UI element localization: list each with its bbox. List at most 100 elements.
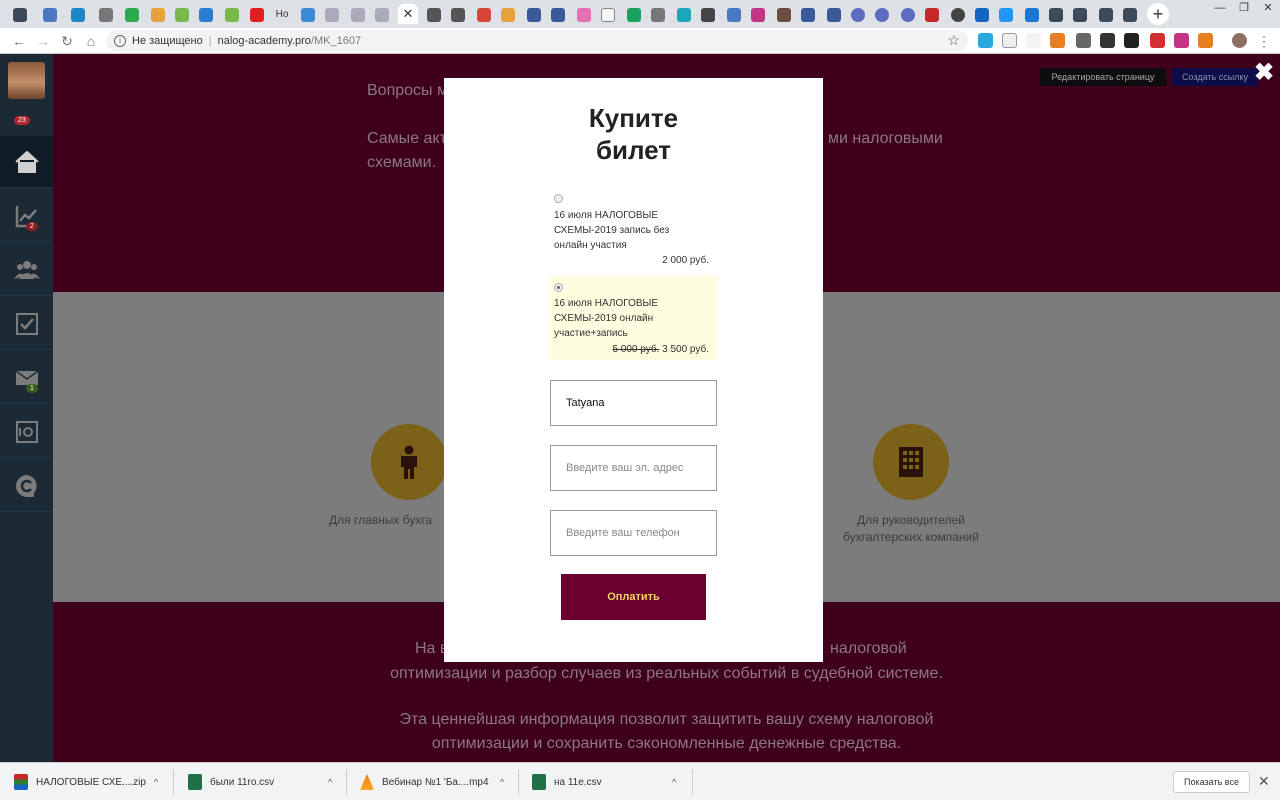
tab[interactable] [194,3,218,26]
back-button[interactable]: ← [10,32,28,50]
tab[interactable] [946,3,970,26]
tab[interactable] [672,3,696,26]
tab[interactable] [870,3,894,26]
pay-button[interactable]: Оплатить [561,574,706,620]
name-input[interactable]: Tatyana [550,380,717,426]
download-item[interactable]: на 11e.csv ^ [532,771,676,793]
sidebar-item-mail[interactable]: 1 [0,352,53,404]
create-link-button[interactable]: Создать ссылку [1172,68,1258,86]
tab[interactable] [522,3,546,26]
tab[interactable] [646,3,670,26]
new-tab-button[interactable]: + [1147,3,1169,25]
tab[interactable] [1118,3,1142,26]
tab[interactable] [846,3,870,26]
tab[interactable] [622,3,646,26]
tab[interactable] [170,3,194,26]
tab[interactable] [696,3,720,26]
extension-icon[interactable] [1100,33,1115,48]
restore-button[interactable]: ❐ [1232,0,1256,18]
tab[interactable] [446,3,470,26]
tab[interactable] [1068,3,1092,26]
reload-button[interactable]: ↻ [58,32,76,50]
email-input[interactable]: Введите ваш эл. адрес [550,445,717,491]
forward-button[interactable]: → [34,32,52,50]
info-icon[interactable]: i [114,34,126,47]
avatar[interactable] [8,62,45,99]
tab[interactable] [120,3,144,26]
tab[interactable] [746,3,770,26]
tab[interactable] [422,3,446,26]
tab[interactable] [346,3,370,26]
extension-icon[interactable] [1076,33,1091,48]
tab[interactable] [370,3,394,26]
chevron-up-icon[interactable]: ^ [154,777,158,787]
tab[interactable] [8,3,32,26]
tab[interactable] [38,3,62,26]
tab[interactable] [472,3,496,26]
tab[interactable] [245,3,269,26]
tab[interactable] [546,3,570,26]
sidebar-item-users[interactable] [0,244,53,296]
tab[interactable] [572,3,596,26]
tab[interactable] [970,3,994,26]
address-bar[interactable]: i Не защищено | nalog-academy.pro /MK_16… [106,30,968,51]
close-download-bar-icon[interactable]: ✕ [1258,773,1270,790]
radio-button[interactable] [554,194,563,203]
menu-button[interactable]: ⋮ [1255,32,1273,50]
minimize-button[interactable]: — [1208,0,1232,18]
tab[interactable] [1020,3,1044,26]
tab[interactable] [146,3,170,26]
hero-text: схемами. [367,154,436,171]
extension-icon[interactable] [1050,33,1065,48]
sidebar-item-tasks[interactable] [0,298,53,350]
home-button[interactable]: ⌂ [82,32,100,50]
tab[interactable] [722,3,746,26]
download-item[interactable]: НАЛОГОВЫЕ СХЕ....zip ^ [14,771,158,793]
tab[interactable] [822,3,846,26]
tab[interactable] [772,3,796,26]
phone-input[interactable]: Введите ваш телефон [550,510,717,556]
price-current: 2 000 руб. [662,255,709,266]
radio-button-checked[interactable] [554,283,563,292]
tab[interactable] [596,3,620,26]
extension-icon[interactable] [1002,33,1017,48]
tab[interactable] [66,3,90,26]
extension-icon[interactable] [1174,33,1189,48]
sidebar-item-home[interactable] [0,136,53,188]
tab[interactable] [1044,3,1068,26]
tab[interactable]: Но [270,3,294,26]
modal-title-line: Купите [588,103,679,133]
show-all-button[interactable]: Показать все [1173,771,1250,793]
chevron-up-icon[interactable]: ^ [672,777,676,787]
tab[interactable] [496,3,520,26]
close-modal-icon[interactable]: ✖ [1253,61,1275,85]
chevron-up-icon[interactable]: ^ [500,777,504,787]
tab[interactable] [1094,3,1118,26]
tab[interactable] [220,3,244,26]
tab[interactable] [320,3,344,26]
sidebar-item-stats[interactable]: 2 [0,190,53,242]
tab[interactable] [296,3,320,26]
extension-icon[interactable] [1124,33,1139,48]
close-window-button[interactable]: ✕ [1256,0,1280,18]
sidebar-item-safe[interactable] [0,406,53,458]
profile-avatar[interactable] [1232,33,1247,48]
tab[interactable] [796,3,820,26]
extension-icon[interactable] [1026,33,1041,48]
sidebar-item-logo[interactable] [0,460,53,512]
download-item[interactable]: Вебинар №1 'Ба....mp4 ^ [360,771,504,793]
extension-icon[interactable] [1198,33,1213,48]
ticket-option-selected[interactable]: 16 июля НАЛОГОВЫЕ СХЕМЫ-2019 онлайн учас… [549,276,717,360]
extension-icon[interactable] [978,33,993,48]
tab[interactable] [920,3,944,26]
tab[interactable] [994,3,1018,26]
tab-close-button[interactable]: ✕ [398,4,418,24]
tab[interactable] [94,3,118,26]
extension-icon[interactable] [1150,33,1165,48]
ticket-option[interactable]: 16 июля НАЛОГОВЫЕ СХЕМЫ-2019 запись без … [549,190,717,270]
download-item[interactable]: были 11ro.csv ^ [188,771,332,793]
edit-page-button[interactable]: Редактировать страницу [1040,68,1166,86]
tab[interactable] [896,3,920,26]
bookmark-star-icon[interactable]: ☆ [947,32,960,49]
chevron-up-icon[interactable]: ^ [328,777,332,787]
